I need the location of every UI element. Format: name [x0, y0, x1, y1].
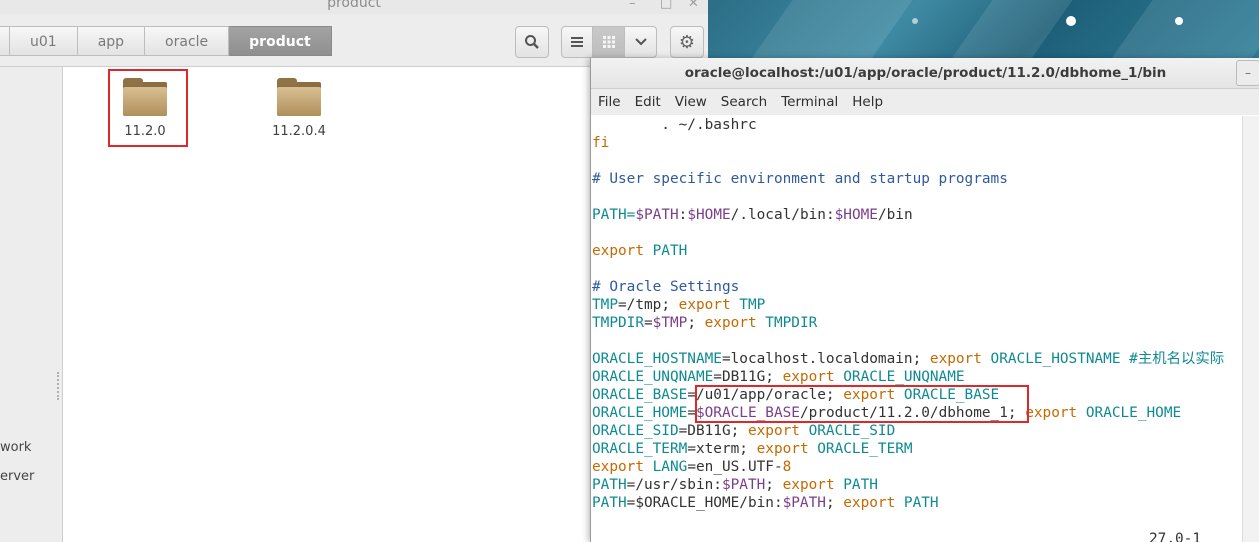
grid-view-button[interactable] — [592, 26, 625, 58]
highlight-box — [108, 69, 188, 147]
terminal-line: PATH=/usr/sbin:$PATH; export PATH — [592, 477, 878, 493]
sidebar-item-server[interactable]: erver — [0, 469, 34, 484]
close-icon[interactable]: – — [1236, 60, 1259, 86]
menu-terminal[interactable]: Terminal — [774, 89, 845, 115]
terminal-line: fi — [592, 135, 610, 151]
menu-file[interactable]: File — [591, 89, 628, 115]
view-options-button[interactable] — [624, 26, 657, 58]
breadcrumb-left-edge[interactable] — [0, 26, 10, 56]
sidebar: work erver — [0, 67, 63, 542]
desktop-light-dot — [1175, 17, 1183, 25]
terminal-line: export PATH — [592, 243, 688, 259]
menu-search[interactable]: Search — [714, 89, 774, 115]
maximize-icon[interactable]: □ — [660, 0, 672, 11]
highlight-box — [695, 385, 1029, 423]
terminal-line: ORACLE_HOSTNAME=localhost.localdomain; e… — [592, 351, 1225, 367]
search-icon — [525, 35, 539, 49]
folder-icon — [277, 78, 321, 116]
settings-button[interactable]: ⚙ — [670, 26, 704, 58]
terminal-line: # User specific environment and startup … — [592, 171, 1008, 187]
terminal-menubar: File Edit View Search Terminal Help — [591, 89, 1259, 115]
menu-view[interactable]: View — [668, 89, 714, 115]
list-view-button[interactable] — [561, 26, 593, 58]
terminal-line: PATH=$ORACLE_HOME/bin:$PATH; export PATH — [592, 495, 939, 511]
close-icon[interactable]: ✕ — [688, 0, 699, 11]
breadcrumb-u01[interactable]: u01 — [10, 26, 78, 56]
menu-edit[interactable]: Edit — [628, 89, 668, 115]
breadcrumb: u01 app oracle product — [0, 26, 332, 58]
gear-icon: ⚙ — [678, 31, 696, 53]
search-button[interactable] — [515, 26, 549, 58]
terminal-line: PATH=$PATH:$HOME/.local/bin:$HOME/bin — [592, 207, 913, 223]
list-view-icon — [571, 37, 583, 47]
terminal-line: TMPDIR=$TMP; export TMPDIR — [592, 315, 818, 331]
terminal-line: . ~/.bashrc — [592, 117, 757, 133]
file-manager-title: product — [0, 0, 708, 14]
folder-label: 11.2.0.4 — [272, 124, 326, 139]
terminal-line: ORACLE_UNQNAME=DB11G; export ORACLE_UNQN… — [592, 369, 965, 385]
chevron-down-icon — [634, 38, 647, 46]
breadcrumb-oracle[interactable]: oracle — [145, 26, 230, 56]
terminal-title: oracle@localhost:/u01/app/oracle/product… — [591, 58, 1259, 89]
breadcrumb-product[interactable]: product — [229, 26, 332, 56]
minimize-icon[interactable]: – — [629, 0, 636, 11]
vim-cursor-position: 27,0-1 — [1149, 531, 1201, 542]
desktop-light-dot — [912, 18, 918, 24]
terminal-scrollbar[interactable] — [1242, 116, 1259, 542]
grid-view-icon — [602, 36, 615, 48]
terminal-line: ORACLE_SID=DB11G; export ORACLE_SID — [592, 423, 896, 439]
sidebar-item-network[interactable]: work — [0, 440, 31, 455]
terminal-line: TMP=/tmp; export TMP — [592, 297, 766, 313]
terminal-line: # Oracle Settings — [592, 279, 740, 295]
breadcrumb-app[interactable]: app — [77, 26, 146, 56]
terminal-line: ORACLE_TERM=xterm; export ORACLE_TERM — [592, 441, 913, 457]
desktop-background — [708, 0, 1259, 60]
terminal-line: export LANG=en_US.UTF-8 — [592, 459, 792, 475]
terminal-window: oracle@localhost:/u01/app/oracle/product… — [590, 58, 1259, 542]
desktop-light-dot — [1066, 16, 1076, 26]
terminal-output[interactable]: . ~/.bashrc fi # User specific environme… — [591, 116, 1243, 542]
folder-item[interactable]: 11.2.0.4 — [249, 78, 349, 139]
menu-help[interactable]: Help — [845, 89, 890, 115]
